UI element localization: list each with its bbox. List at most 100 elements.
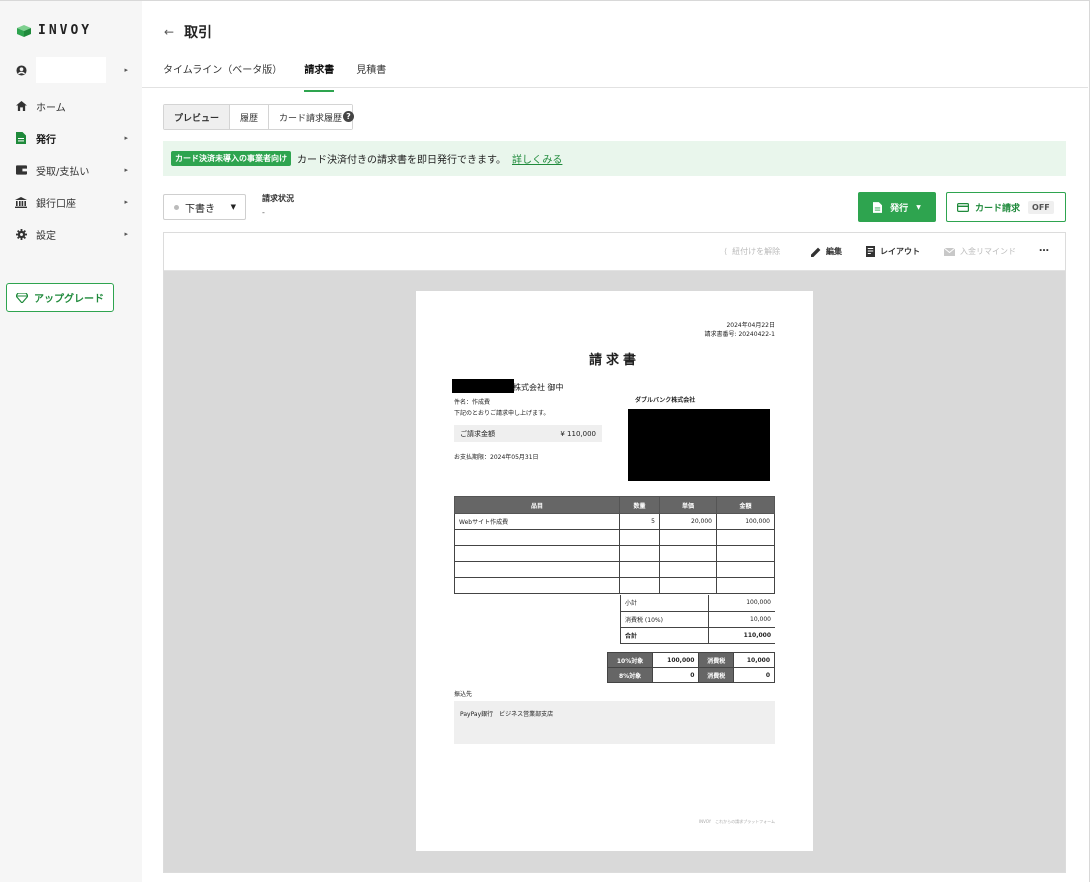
bank-label: 振込先 <box>454 691 473 698</box>
logo[interactable]: INVOY <box>16 23 92 38</box>
redacted-recipient <box>452 379 514 393</box>
column-header: 単価 <box>659 496 717 514</box>
chevron-right-icon: ▸ <box>124 166 128 174</box>
sidebar-item-bank[interactable]: 銀行口座 ▸ <box>14 192 130 212</box>
account-name <box>36 57 106 83</box>
unlink-icon: ⟨ <box>724 247 728 256</box>
total-row: 合計 110,000 <box>620 627 775 644</box>
document-icon <box>873 201 883 213</box>
preview-canvas: 2024年04月22日 請求書番号: 20240422-1 請求書 株式会社 御… <box>164 271 1065 872</box>
page-header: ← 取引 <box>164 22 212 42</box>
tabs-divider <box>142 87 1088 88</box>
table-row <box>454 561 775 578</box>
cell-amount <box>716 577 775 594</box>
amount-value: ¥ 110,000 <box>560 429 596 438</box>
bank-info: PayPay銀行 ビジネス営業部支店 <box>460 711 554 718</box>
cell-price: 20,000 <box>659 513 717 530</box>
subtab-preview[interactable]: プレビュー <box>164 105 231 129</box>
chevron-right-icon: ▸ <box>124 230 128 238</box>
edit-label: 編集 <box>826 247 842 256</box>
total-label: 合計 <box>620 627 709 644</box>
invoice-number: 請求書番号: 20240422-1 <box>704 331 775 338</box>
invoice-meta: 2024年04月22日 請求書番号: 20240422-1 <box>705 321 775 339</box>
sidebar-item-settings[interactable]: 設定 ▸ <box>14 224 130 244</box>
invoice-greeting: 下記のとおりご請求申し上げます。 <box>454 410 550 417</box>
account-selector[interactable]: ▸ <box>14 57 130 83</box>
card-request-label: カード請求 <box>975 203 1021 214</box>
request-status: 請求状況 - <box>262 193 294 217</box>
status-dropdown[interactable]: 下書き ▼ <box>163 194 246 220</box>
tax-base-value: 0 <box>652 667 700 683</box>
sidebar-item-label: 銀行口座 <box>36 198 76 210</box>
table-row <box>454 545 775 562</box>
cell-item <box>454 577 620 594</box>
invoice-preview: ⟨ 紐付けを解除 編集 レイアウト 入金リマインド … 2024年04月22日 … <box>163 232 1066 873</box>
issue-label: 発行 <box>890 203 909 214</box>
unlink-button[interactable]: ⟨ 紐付けを解除 <box>724 246 780 257</box>
sidebar-item-receive-pay[interactable]: 受取/支払い ▸ <box>14 160 130 180</box>
help-icon[interactable]: ? <box>343 111 354 122</box>
redacted-issuer-info <box>628 409 770 481</box>
subtotal-value: 100,000 <box>707 595 775 612</box>
request-status-value: - <box>262 208 265 217</box>
back-arrow-icon[interactable]: ← <box>164 25 174 39</box>
layout-icon <box>866 246 875 257</box>
cell-qty <box>619 545 660 562</box>
document-footer: INVOY これからの請求プラットフォーム <box>698 819 775 824</box>
payment-remind-label: 入金リマインド <box>960 247 1016 256</box>
sidebar-item-label: ホーム <box>36 102 66 114</box>
card-state-badge: OFF <box>1028 200 1054 214</box>
cell-amount <box>716 545 775 562</box>
cell-item <box>454 529 620 546</box>
cell-price <box>659 577 717 594</box>
page-title: 取引 <box>184 25 213 41</box>
card-request-button[interactable]: カード請求 OFF <box>946 192 1066 222</box>
banner-link[interactable]: 詳しくみる <box>512 151 562 166</box>
chevron-right-icon: ▸ <box>124 66 128 74</box>
invoice-subject: 件名：作成費 <box>454 399 491 406</box>
issue-button[interactable]: 発行 ▼ <box>858 192 936 222</box>
table-row <box>454 577 775 594</box>
cell-qty <box>619 577 660 594</box>
edit-button[interactable]: 編集 <box>811 246 842 257</box>
sidebar-item-label: 発行 <box>36 134 56 146</box>
column-header: 数量 <box>619 496 660 514</box>
cell-qty <box>619 561 660 578</box>
logo-text: INVOY <box>38 23 93 38</box>
cell-amount <box>716 561 775 578</box>
cell-price <box>659 545 717 562</box>
subtab-history[interactable]: 履歴 <box>230 105 270 129</box>
tax-value: 10,000 <box>707 611 775 628</box>
invoice-title: 請求書 <box>588 353 640 368</box>
issuer-name: ダブルバンク株式会社 <box>635 397 696 404</box>
app-window: INVOY ▸ ホーム 発行 ▸ 受取/支払い ▸ 銀行口座 ▸ 設定 ▸ アッ… <box>0 0 1090 882</box>
upgrade-label: アップグレード <box>34 294 104 305</box>
tax-rate-label: 8%対象 <box>606 667 654 683</box>
status-dot-icon <box>174 204 179 210</box>
diamond-icon <box>16 292 28 303</box>
upgrade-button[interactable]: アップグレード <box>6 283 114 312</box>
amount-box: ご請求金額 ¥ 110,000 <box>454 425 602 442</box>
subtotal-row: 小計 100,000 <box>620 595 775 612</box>
sidebar-item-issue[interactable]: 発行 ▸ <box>14 128 130 148</box>
tax-type-label: 消費税 <box>698 652 734 668</box>
recipient-suffix: 株式会社 御中 <box>513 383 564 392</box>
user-icon <box>14 63 28 77</box>
sidebar-item-home[interactable]: ホーム <box>14 96 130 116</box>
layout-button[interactable]: レイアウト <box>866 246 920 257</box>
table-row <box>454 529 775 546</box>
status-value: 下書き <box>185 203 215 215</box>
more-options-icon[interactable]: … <box>1039 243 1049 254</box>
cell-item <box>454 561 620 578</box>
document-icon <box>14 131 28 145</box>
tax-type-label: 消費税 <box>698 667 734 683</box>
cell-amount: 100,000 <box>716 513 775 530</box>
gear-icon <box>14 227 28 241</box>
promo-banner: カード決済未導入の事業者向け カード決済付きの請求書を即日発行できます。 詳しく… <box>163 141 1066 176</box>
chevron-right-icon: ▸ <box>124 134 128 142</box>
credit-card-icon <box>957 202 969 212</box>
payment-remind-button[interactable]: 入金リマインド <box>944 246 1016 257</box>
wallet-icon <box>14 163 28 177</box>
caret-down-icon: ▼ <box>230 203 236 211</box>
subtab-card-history[interactable]: カード請求履歴 <box>269 105 353 129</box>
